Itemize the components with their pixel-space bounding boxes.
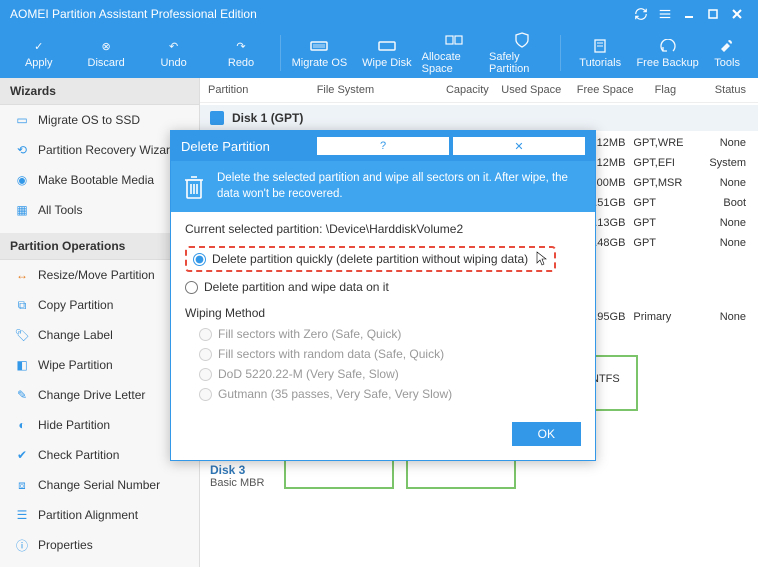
- backup-icon: [659, 37, 677, 55]
- radio-method: [199, 368, 212, 381]
- menu-icon[interactable]: [654, 3, 676, 25]
- dialog-banner: Delete the selected partition and wipe a…: [171, 161, 595, 212]
- col-flag: Flag: [634, 84, 697, 96]
- radio-delete-wipe-row[interactable]: Delete partition and wipe data on it: [185, 276, 581, 298]
- tutorials-button[interactable]: Tutorials: [567, 31, 632, 75]
- align-icon: ☰: [14, 507, 30, 523]
- shield-icon: [513, 31, 531, 49]
- check-icon: ✓: [30, 37, 48, 55]
- sidebar-item-properties[interactable]: ⓘProperties: [0, 530, 199, 560]
- refresh-icon[interactable]: [630, 3, 652, 25]
- x-circle-icon: ⊗: [97, 37, 115, 55]
- recovery-icon: ⟲: [14, 142, 30, 158]
- col-capacity: Capacity: [416, 84, 488, 96]
- radio-method: [199, 388, 212, 401]
- wizards-header: Wizards: [0, 78, 199, 105]
- delete-partition-dialog: Delete Partition ? ✕ Delete the selected…: [170, 130, 596, 461]
- undo-button[interactable]: ↶Undo: [141, 31, 206, 75]
- grid-icon: ▦: [14, 202, 30, 218]
- ssd-icon: ▭: [14, 112, 30, 128]
- dialog-title: Delete Partition: [181, 139, 313, 154]
- safely-partition-button[interactable]: Safely Partition: [489, 31, 554, 75]
- check-partition-icon: ✔: [14, 447, 30, 463]
- undo-icon: ↶: [165, 37, 183, 55]
- sidebar-item-alignment[interactable]: ☰Partition Alignment: [0, 500, 199, 530]
- redo-button[interactable]: ↷Redo: [208, 31, 273, 75]
- close-icon[interactable]: [726, 3, 748, 25]
- dialog-body: Current selected partition: \Device\Hard…: [171, 212, 595, 410]
- trash-icon: [183, 172, 205, 202]
- col-file-system: File System: [317, 84, 417, 96]
- hide-icon: ◐: [14, 417, 30, 433]
- divider: [560, 35, 561, 71]
- radio-delete-quick-row[interactable]: Delete partition quickly (delete partiti…: [185, 242, 581, 276]
- titlebar: AOMEI Partition Assistant Professional E…: [0, 0, 758, 28]
- tools-button[interactable]: Tools: [702, 31, 752, 75]
- book-icon: [591, 37, 609, 55]
- banner-text: Delete the selected partition and wipe a…: [217, 171, 583, 202]
- table-header: Partition File System Capacity Used Spac…: [200, 78, 758, 103]
- tag-icon: 🏷: [14, 327, 30, 343]
- disk-1-row[interactable]: Disk 1 (GPT): [200, 105, 758, 131]
- col-status: Status: [697, 84, 750, 96]
- help-icon[interactable]: ?: [317, 137, 449, 155]
- discard-button[interactable]: ⊗Discard: [73, 31, 138, 75]
- resize-icon: ↔: [14, 267, 30, 283]
- minimize-icon[interactable]: [678, 3, 700, 25]
- dialog-footer: OK: [171, 410, 595, 460]
- wrench-icon: [718, 37, 736, 55]
- close-icon[interactable]: ✕: [453, 137, 585, 155]
- toolbar: ✓Apply ⊗Discard ↶Undo ↷Redo Migrate OS W…: [0, 28, 758, 78]
- cursor-icon: [536, 251, 548, 267]
- radio-delete-wipe[interactable]: [185, 281, 198, 294]
- dialog-title-bar[interactable]: Delete Partition ? ✕: [171, 131, 595, 161]
- ok-button[interactable]: OK: [512, 422, 581, 446]
- migrate-icon: [310, 37, 328, 55]
- app-title: AOMEI Partition Assistant Professional E…: [10, 7, 628, 21]
- highlight-box: Delete partition quickly (delete partiti…: [185, 246, 556, 272]
- wiping-method-option: DoD 5220.22-M (Very Safe, Slow): [185, 364, 581, 384]
- current-partition-label: Current selected partition: \Device\Hard…: [185, 222, 581, 236]
- wiping-method-label: Wiping Method: [185, 306, 581, 320]
- wipe-disk-button[interactable]: Wipe Disk: [354, 31, 419, 75]
- allocate-space-button[interactable]: Allocate Space: [422, 31, 487, 75]
- allocate-icon: [445, 31, 463, 49]
- wipe-icon: [378, 37, 396, 55]
- col-partition: Partition: [208, 84, 317, 96]
- migrate-os-button[interactable]: Migrate OS: [287, 31, 352, 75]
- redo-icon: ↷: [232, 37, 250, 55]
- col-used: Used Space: [489, 84, 561, 96]
- sidebar-item-serial[interactable]: ⧈Change Serial Number: [0, 470, 199, 500]
- serial-icon: ⧈: [14, 477, 30, 493]
- maximize-icon[interactable]: [702, 3, 724, 25]
- letter-icon: ✎: [14, 387, 30, 403]
- info-icon: ⓘ: [14, 537, 30, 553]
- disk-icon: [210, 111, 224, 125]
- wiping-method-option: Fill sectors with Zero (Safe, Quick): [185, 324, 581, 344]
- divider: [280, 35, 281, 71]
- disc-icon: ◉: [14, 172, 30, 188]
- radio-delete-quick[interactable]: [193, 253, 206, 266]
- copy-icon: ⧉: [14, 297, 30, 313]
- col-free: Free Space: [561, 84, 633, 96]
- wiping-method-option: Fill sectors with random data (Safe, Qui…: [185, 344, 581, 364]
- free-backup-button[interactable]: Free Backup: [635, 31, 700, 75]
- radio-method: [199, 348, 212, 361]
- eraser-icon: ◧: [14, 357, 30, 373]
- apply-button[interactable]: ✓Apply: [6, 31, 71, 75]
- radio-method: [199, 328, 212, 341]
- wiping-method-option: Gutmann (35 passes, Very Safe, Very Slow…: [185, 384, 581, 404]
